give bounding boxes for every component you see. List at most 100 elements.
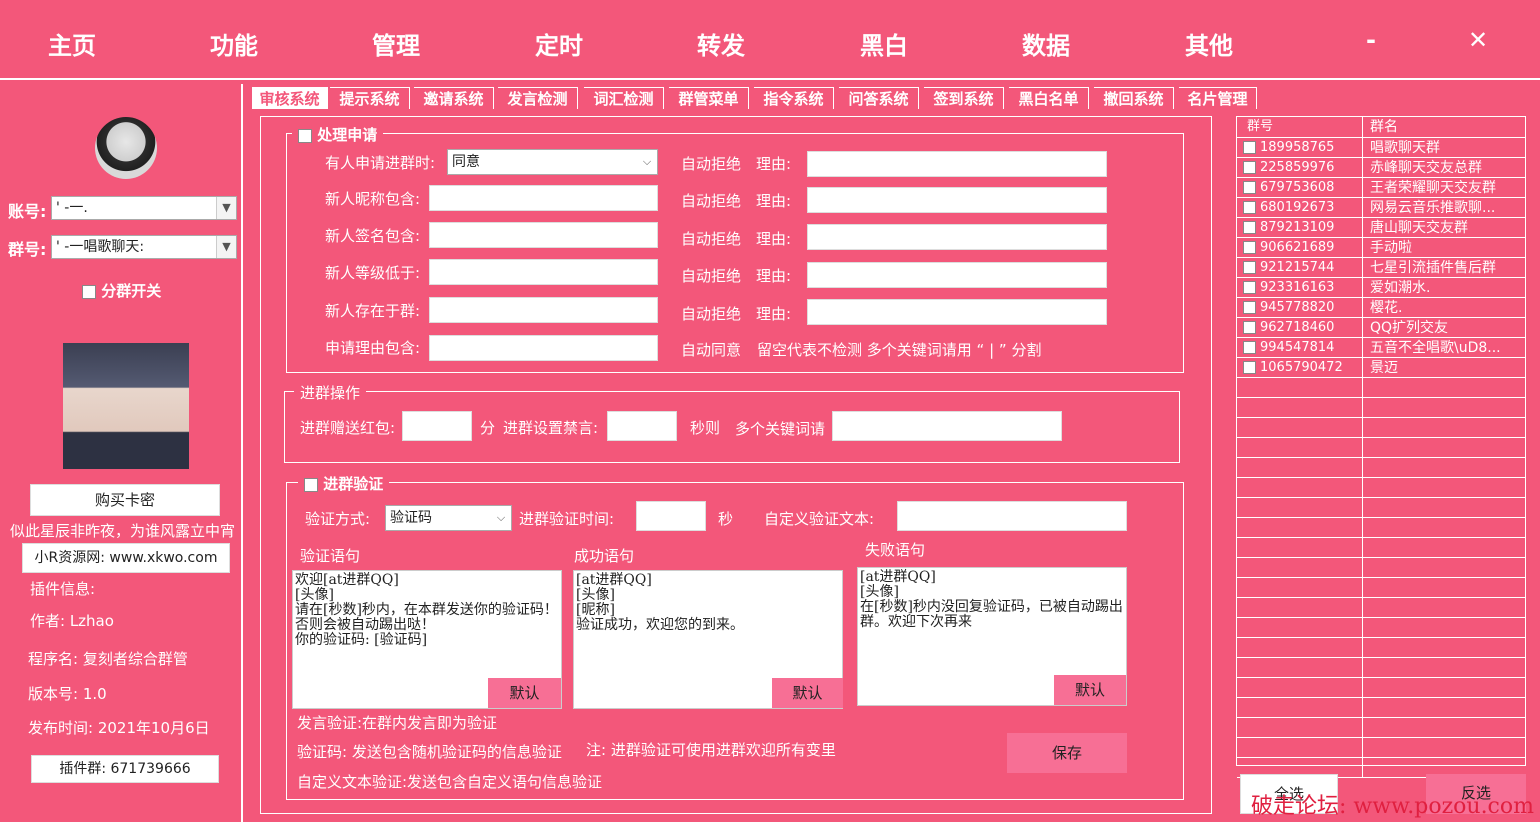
site-link-button[interactable]: 小R资源网: www.xkwo.com (22, 543, 230, 573)
row-checkbox[interactable] (1243, 141, 1256, 154)
tab-audit[interactable]: 审核系统 (252, 87, 328, 109)
nav-other[interactable]: 其他 (1185, 26, 1233, 61)
save-button[interactable]: 保存 (1007, 733, 1127, 773)
verify-title[interactable]: 进群验证 (298, 473, 390, 494)
row-checkbox[interactable] (1243, 321, 1256, 334)
row-checkbox[interactable] (1243, 341, 1256, 354)
table-row[interactable]: 680192673 网易云音乐推歌聊... (1237, 198, 1525, 218)
group-name-cell: 景迈 (1370, 360, 1398, 376)
table-row[interactable]: 225859976 赤峰聊天交友总群 (1237, 158, 1525, 178)
group-number: 879213109 (1260, 220, 1335, 235)
nav-forward[interactable]: 转发 (697, 26, 745, 61)
redpacket-input[interactable] (402, 411, 472, 441)
signature-input[interactable] (429, 222, 658, 248)
account-select[interactable]: ' -一. ▼ (51, 196, 237, 220)
buy-key-button[interactable]: 购买卡密 (30, 484, 220, 516)
group-list: 群号 群名 189958765 唱歌聊天群 225859976 赤峰聊天交友总群 679… (1236, 116, 1526, 778)
apply-checkbox[interactable] (298, 128, 312, 143)
close-button[interactable]: ✕ (1468, 26, 1488, 54)
group-number-cell (1237, 538, 1363, 558)
table-row[interactable]: 679753608 王者荣耀聊天交友群 (1237, 178, 1525, 198)
level-input[interactable] (429, 259, 658, 285)
nav-home[interactable]: 主页 (48, 26, 96, 61)
tab-blacklist[interactable]: 黑白名单 (1009, 87, 1089, 109)
release-date-text: 发布时间: 2021年10月6日 (28, 719, 210, 737)
table-row[interactable]: 962718460 QQ扩列交友 (1237, 318, 1525, 338)
row-checkbox[interactable] (1243, 161, 1256, 174)
reject-reason-input[interactable] (807, 151, 1107, 177)
group-number-cell (1237, 498, 1363, 518)
nav-timer[interactable]: 定时 (535, 26, 583, 61)
tab-admin-menu[interactable]: 群管菜单 (669, 87, 749, 109)
table-row (1237, 658, 1525, 678)
table-row[interactable]: 1065790472 景迈 (1237, 358, 1525, 378)
table-row[interactable]: 879213109 唐山聊天交友群 (1237, 218, 1525, 238)
row-checkbox[interactable] (1243, 241, 1256, 254)
split-toggle[interactable]: 分群开关 (82, 280, 161, 301)
tab-command[interactable]: 指令系统 (754, 87, 834, 109)
row-checkbox[interactable] (1243, 301, 1256, 314)
row-checkbox[interactable] (1243, 361, 1256, 374)
join-keywords-input[interactable] (832, 411, 1062, 441)
account-label: 账号: (8, 202, 47, 221)
row-checkbox[interactable] (1243, 201, 1256, 214)
custom-verify-note: 自定义文本验证:发送包含自定义语句信息验证 (297, 773, 603, 791)
tab-qa[interactable]: 问答系统 (839, 87, 919, 109)
apply-title[interactable]: 处理申请 (292, 124, 384, 145)
row-checkbox[interactable] (1243, 261, 1256, 274)
mute-input[interactable] (607, 411, 677, 441)
nav-manage[interactable]: 管理 (372, 26, 420, 61)
group-name-cell (1370, 678, 1524, 698)
custom-text-input[interactable] (897, 501, 1127, 531)
fail-default-button[interactable]: 默认 (1054, 675, 1126, 705)
table-row (1237, 638, 1525, 658)
table-row[interactable]: 945778820 樱花. (1237, 298, 1525, 318)
tab-word-check[interactable]: 词汇检测 (584, 87, 664, 109)
verify-checkbox[interactable] (304, 477, 318, 492)
success-default-button[interactable]: 默认 (772, 678, 843, 708)
nav-blackwhite[interactable]: 黑白 (860, 26, 908, 61)
apply-rule-label: 有人申请进群时: (325, 154, 436, 172)
plugin-group-button[interactable]: 插件群: 671739666 (31, 755, 219, 783)
reject-reason-input[interactable] (807, 224, 1107, 250)
row-checkbox[interactable] (1243, 181, 1256, 194)
group-number: 225859976 (1260, 160, 1335, 175)
table-row[interactable]: 994547814 五音不全唱歌\uD8... (1237, 338, 1525, 358)
method-select[interactable]: 验证码 ⌵ (385, 505, 512, 531)
tab-recall[interactable]: 撤回系统 (1094, 87, 1174, 109)
split-checkbox[interactable] (82, 284, 96, 299)
nav-data[interactable]: 数据 (1022, 26, 1070, 61)
verify-default-button[interactable]: 默认 (488, 678, 561, 708)
table-row[interactable]: 923316163 爱如潮水. (1237, 278, 1525, 298)
group-select[interactable]: ' -一唱歌聊天: ▼ (51, 235, 237, 259)
reject-reason-input[interactable] (807, 187, 1107, 213)
table-row[interactable]: 906621689 手动啦 (1237, 238, 1525, 258)
minimize-button[interactable]: - (1366, 26, 1376, 54)
row-checkbox[interactable] (1243, 221, 1256, 234)
group-name-cell: 唱歌聊天群 (1370, 140, 1440, 156)
table-row (1237, 498, 1525, 518)
group-name-cell: 樱花. (1370, 300, 1403, 316)
exist-group-input[interactable] (429, 297, 658, 323)
reason-contains-input[interactable] (429, 335, 658, 361)
reject-reason-input[interactable] (807, 262, 1107, 288)
group-number: 189958765 (1260, 140, 1335, 155)
nickname-input[interactable] (429, 185, 658, 211)
reject-reason-input[interactable] (807, 299, 1107, 325)
verify-time-input[interactable] (636, 501, 706, 531)
group-name-cell (1370, 558, 1524, 578)
tab-speech-check[interactable]: 发言检测 (498, 87, 578, 109)
apply-action-select[interactable]: 同意 ⌵ (447, 149, 658, 175)
tab-prompt[interactable]: 提示系统 (330, 87, 410, 109)
group-number: 680192673 (1260, 200, 1335, 215)
row-checkbox[interactable] (1243, 281, 1256, 294)
nav-features[interactable]: 功能 (210, 26, 258, 61)
table-row[interactable]: 921215744 七星引流插件售后群 (1237, 258, 1525, 278)
tab-card[interactable]: 名片管理 (1179, 87, 1257, 109)
tab-invite[interactable]: 邀请系统 (414, 87, 494, 109)
auto-reject-label: 自动拒绝 (681, 230, 742, 248)
tab-signin[interactable]: 签到系统 (924, 87, 1004, 109)
speech-verify-note: 发言验证:在群内发言即为验证 (297, 714, 498, 732)
table-row[interactable]: 189958765 唱歌聊天群 (1237, 138, 1525, 158)
table-row (1237, 458, 1525, 478)
